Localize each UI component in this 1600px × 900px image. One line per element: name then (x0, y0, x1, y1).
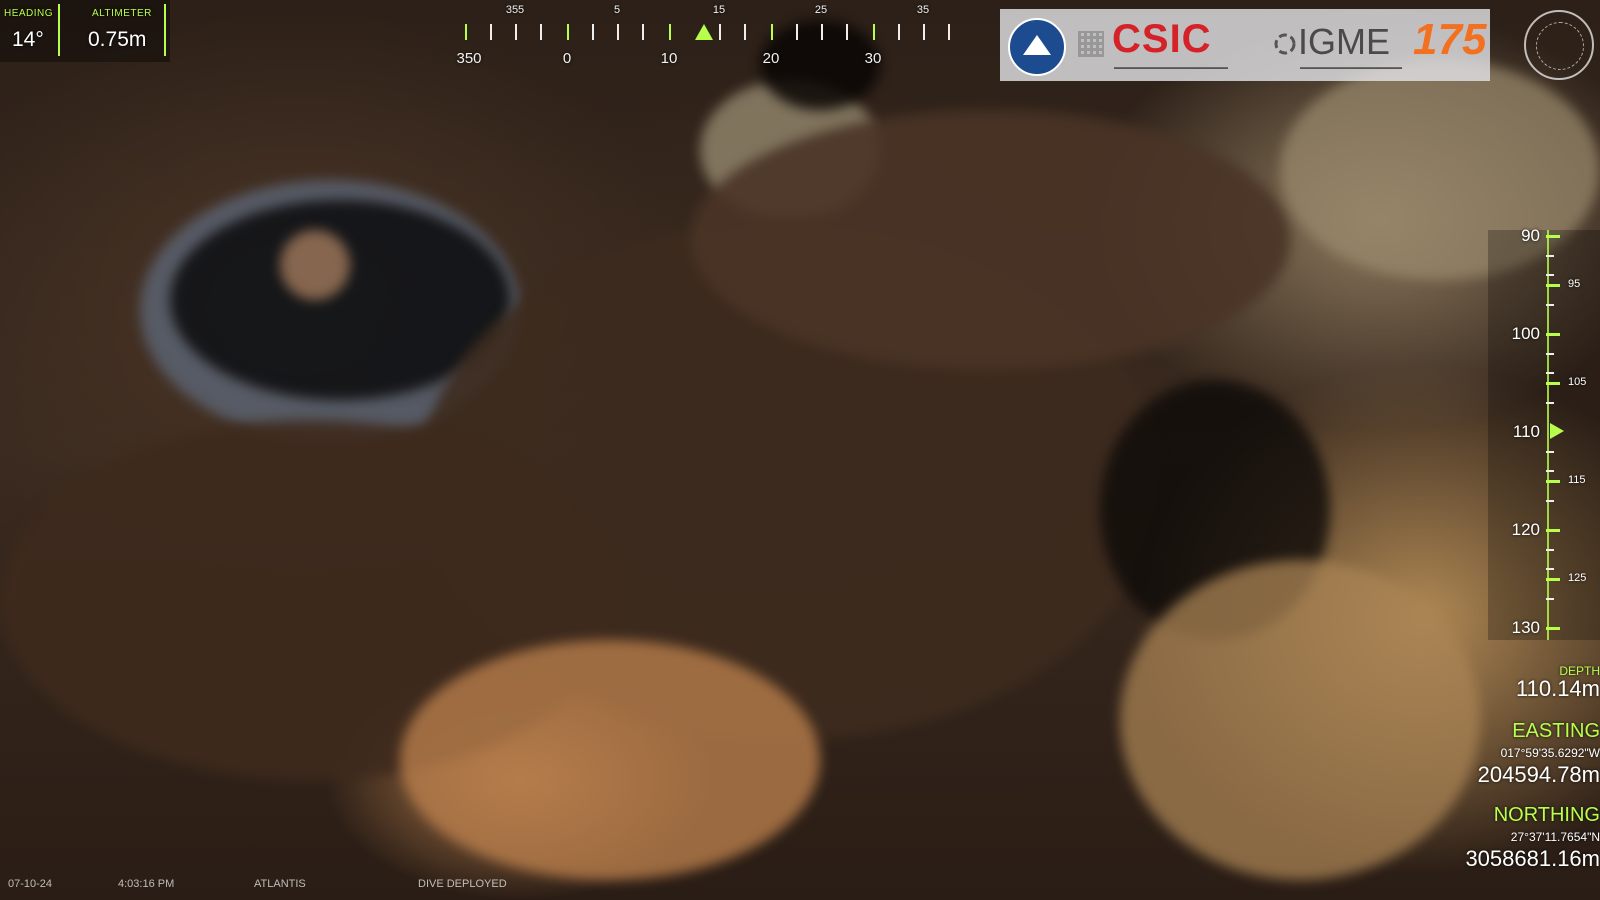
depth-tick (1546, 578, 1560, 581)
depth-tick (1546, 274, 1554, 276)
northing-value: 3058681.16m (1465, 846, 1600, 871)
depth-tick (1546, 451, 1554, 453)
compass-label-top: 35 (916, 4, 930, 16)
atlantis-logo-icon (1008, 18, 1066, 76)
status-time: 4:03:16 PM (118, 878, 175, 890)
altimeter-readout: ALTIMETER 0.75m (62, 0, 166, 58)
compass-label-top: 355 (505, 4, 525, 16)
depth-scale-label: 110 (1512, 422, 1540, 441)
csic-logo: CSIC (1112, 17, 1212, 61)
compass-label-top: 5 (613, 4, 621, 16)
navigation-readout: DEPTH 110.14m EASTING 017°59'35.6292"W 2… (1400, 660, 1600, 900)
depth-scale-label: 90 (1521, 226, 1540, 245)
depth-scale: 90 100 110 120 130 95 105 115 125 (1488, 226, 1600, 640)
depth-tick (1546, 284, 1560, 287)
depth-tick (1546, 353, 1554, 355)
depth-scale-label: 120 (1511, 520, 1540, 539)
compass-tick (719, 24, 721, 40)
compass-tick (617, 24, 619, 40)
compass-tick (948, 24, 950, 40)
depth-scale-label: 100 (1511, 324, 1540, 343)
depth-value: 110.14m (1516, 676, 1600, 701)
compass-tick (821, 24, 823, 40)
heading-readout: HEADING 14° (0, 0, 58, 58)
current-depth-pointer-icon (1550, 423, 1564, 439)
depth-tick (1546, 304, 1554, 306)
depth-tick (1546, 500, 1554, 502)
hud-heading-panel: HEADING 14° ALTIMETER 0.75m (0, 0, 170, 62)
compass-tick (642, 24, 644, 40)
igme-subtitle-line: ▬▬▬▬▬▬▬▬▬▬▬▬▬▬▬▬▬ (1300, 65, 1402, 71)
northing-label: NORTHING (1493, 804, 1600, 826)
seafloor-video-frame (0, 0, 1600, 900)
compass-tick (567, 24, 569, 40)
northing-coordinate: 27°37'11.7654"N (1510, 830, 1600, 844)
depth-tick (1546, 480, 1560, 483)
compass-tick (540, 24, 542, 40)
qr-code-icon (1078, 31, 1104, 57)
depth-tick (1546, 568, 1554, 570)
compass-tick (465, 24, 467, 40)
compass-label: 10 (660, 50, 678, 67)
compass-tick (898, 24, 900, 40)
compass-tick (490, 24, 492, 40)
heading-pointer-icon (695, 24, 713, 40)
depth-scale-minor-label: 105 (1568, 376, 1587, 388)
easting-label: EASTING (1512, 720, 1600, 742)
compass-tick (771, 24, 773, 40)
depth-scale-label: 130 (1511, 618, 1540, 637)
seafloor-rock (280, 230, 350, 300)
depth-tick (1546, 333, 1560, 336)
status-bar: 07-10-24 4:03:16 PM ATLANTIS DIVE DEPLOY… (0, 872, 1000, 900)
sediment (400, 640, 820, 880)
status-vehicle: ATLANTIS (254, 878, 306, 890)
heading-value: 14° (12, 28, 44, 51)
compass-label: 350 (456, 50, 482, 67)
compass-tick (796, 24, 798, 40)
csic-subtitle-line: ▬▬▬▬▬▬▬▬▬▬▬▬▬▬▬▬▬▬▬ (1114, 65, 1228, 71)
sponsor-logo-banner: CSIC ▬▬▬▬▬▬▬▬▬▬▬▬▬▬▬▬▬▬▬ IGME 175 ▬▬▬▬▬▬… (1000, 9, 1490, 81)
compass-label: 0 (562, 50, 572, 67)
compass-label: 20 (762, 50, 780, 67)
depth-tick (1546, 549, 1554, 551)
expedition-seal-icon (1524, 10, 1594, 80)
igme-anniversary: 175 (1413, 15, 1487, 64)
heading-label: HEADING (4, 8, 54, 19)
status-mode: DIVE DEPLOYED (418, 878, 507, 890)
hud-divider (58, 4, 60, 56)
igme-mark-icon (1274, 33, 1296, 55)
easting-value: 204594.78m (1477, 762, 1600, 787)
depth-tick (1546, 382, 1560, 385)
compass-tick (515, 24, 517, 40)
compass-tick (744, 24, 746, 40)
depth-scale-minor-label: 95 (1568, 278, 1581, 290)
easting-coordinate: 017°59'35.6292"W (1500, 746, 1600, 760)
compass-label-top: 15 (712, 4, 726, 16)
depth-tick (1546, 598, 1554, 600)
depth-tick (1546, 402, 1554, 404)
compass-tick (846, 24, 848, 40)
igme-logo: IGME (1298, 21, 1391, 62)
status-date: 07-10-24 (8, 878, 53, 890)
hud-divider (164, 4, 166, 56)
depth-scale-minor-label: 115 (1568, 474, 1586, 486)
depth-tick (1546, 255, 1554, 257)
depth-tick (1546, 470, 1554, 472)
compass-tick (669, 24, 671, 40)
compass-tick (923, 24, 925, 40)
depth-scale-minor-label: 125 (1568, 572, 1587, 584)
compass-strip: 355 5 15 25 35 350 0 10 20 30 (456, 0, 960, 72)
compass-tick (873, 24, 875, 40)
altimeter-value: 0.75m (88, 28, 147, 51)
compass-label: 30 (864, 50, 882, 67)
depth-tick (1546, 529, 1560, 532)
depth-tick (1546, 372, 1554, 374)
altimeter-label: ALTIMETER (92, 8, 152, 19)
depth-tick (1546, 627, 1560, 630)
compass-tick (592, 24, 594, 40)
compass-label-top: 25 (814, 4, 828, 16)
depth-tick (1546, 235, 1560, 238)
seafloor-rock (690, 110, 1290, 370)
